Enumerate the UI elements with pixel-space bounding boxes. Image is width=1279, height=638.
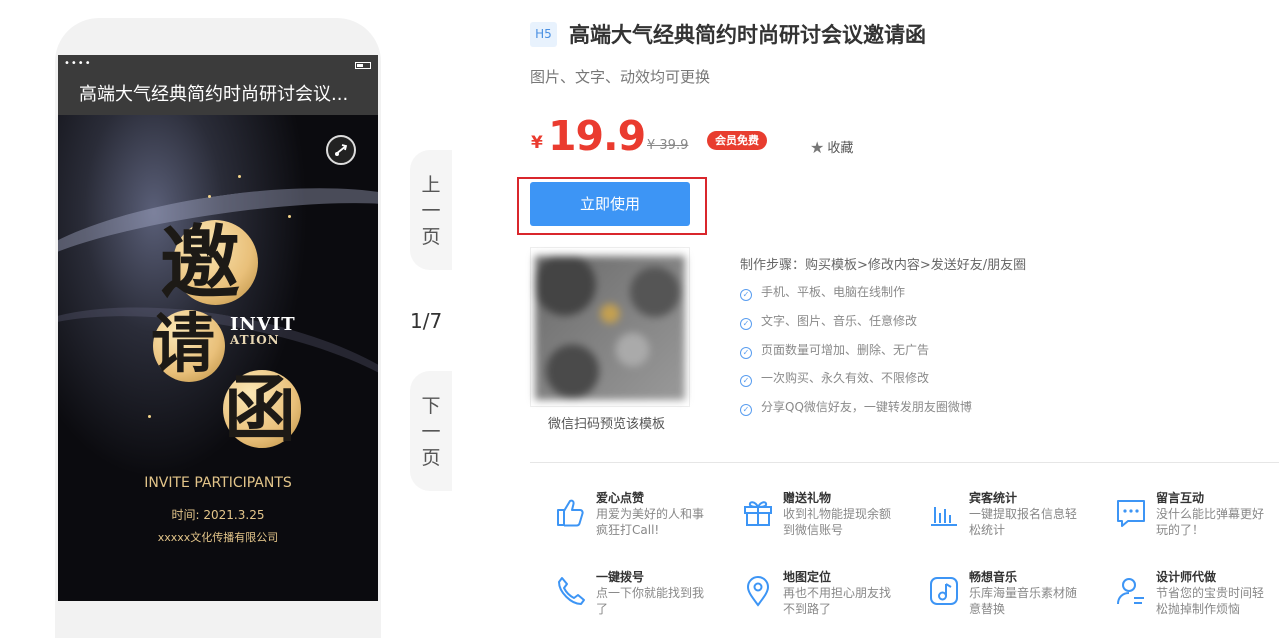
next-page-char: 页	[421, 447, 441, 469]
feature-desc: 节省您的宝贵时间轻松抛掉制作烦恼	[1156, 586, 1265, 616]
next-page-button[interactable]: 下 一 页	[410, 371, 452, 491]
feature-music: 畅想音乐 乐库海量音乐素材随意替换	[927, 568, 1102, 618]
feature-name: 宾客统计	[969, 491, 1018, 505]
star-icon: ★	[810, 138, 825, 157]
step-item: ✓ 分享QQ微信好友，一键转发朋友圈微博	[740, 398, 972, 416]
feature-name: 留言互动	[1156, 491, 1205, 505]
price: 19.9	[548, 112, 646, 160]
prev-page-char: 一	[421, 200, 441, 222]
check-icon: ✓	[740, 318, 752, 330]
feature-name: 畅想音乐	[969, 570, 1018, 584]
invitation-char: 函	[224, 366, 297, 451]
poster-time: 时间: 2021.3.25	[171, 508, 265, 522]
feature-dial: 一键拨号 点一下你就能找到我了	[554, 568, 729, 618]
next-page-char: 下	[421, 395, 441, 417]
music-toggle-icon[interactable]	[326, 135, 356, 165]
preview-title: 高端大气经典简约时尚研讨会议...	[58, 75, 378, 115]
step-text: 文字、图片、音乐、任意修改	[761, 314, 918, 328]
step-text: 一次购买、永久有效、不限修改	[761, 371, 930, 385]
invitation-char: 邀	[160, 216, 240, 310]
feature-desc: 再也不用担心朋友找不到路了	[783, 586, 892, 616]
favorite-label: 收藏	[827, 141, 854, 156]
feature-name: 一键拨号	[596, 570, 645, 584]
designer-icon	[1117, 578, 1144, 605]
feature-message: 留言互动 没什么能比弹幕更好玩的了！	[1114, 489, 1279, 539]
phone-icon	[558, 577, 585, 605]
music-note-icon	[930, 577, 958, 605]
poster-participants: INVITE PARTICIPANTS	[144, 475, 292, 491]
prev-page-char: 页	[421, 226, 441, 248]
feature-desc: 乐库海量音乐素材随意替换	[969, 586, 1078, 616]
feature-desc: 用爱为美好的人和事疯狂打Call!	[596, 507, 705, 537]
sparkle	[238, 175, 241, 178]
invitation-english-1: INVIT	[230, 314, 296, 335]
poster-company: xxxxx文化传播有限公司	[157, 531, 279, 544]
feature-guest-stats: 宾客统计 一键提取报名信息轻松统计	[927, 489, 1102, 539]
feature-desc: 点一下你就能找到我了	[596, 586, 705, 616]
phone-screen: •••• 高端大气经典简约时尚研讨会议... 邀 请 函 INVIT ATION…	[58, 55, 378, 601]
check-icon: ✓	[740, 404, 752, 416]
member-free-badge: 会员免费	[707, 131, 767, 150]
signal-icon: ••••	[64, 58, 92, 69]
qr-code	[530, 247, 690, 407]
sparkle	[208, 195, 211, 198]
feature-like: 爱心点赞 用爱为美好的人和事疯狂打Call!	[554, 489, 729, 539]
check-icon: ✓	[740, 375, 752, 387]
sparkle	[148, 415, 151, 418]
original-price: ¥ 39.9	[647, 138, 689, 153]
step-item: ✓ 一次购买、永久有效、不限修改	[740, 369, 929, 387]
prev-page-button[interactable]: 上 一 页	[410, 150, 452, 270]
product-title: 高端大气经典简约时尚研讨会议邀请函	[569, 23, 926, 47]
location-pin-icon	[746, 576, 770, 607]
prev-page-char: 上	[421, 174, 441, 196]
invitation-english-2: ATION	[230, 333, 280, 347]
qr-label: 微信扫码预览该模板	[548, 417, 666, 432]
feature-name: 设计师代做	[1156, 570, 1217, 584]
phone-preview: •••• 高端大气经典简约时尚研讨会议... 邀 请 函 INVIT ATION…	[55, 18, 381, 638]
feature-gift: 赠送礼物 收到礼物能提现余额到微信账号	[741, 489, 916, 539]
feature-desc: 一键提取报名信息轻松统计	[969, 507, 1078, 537]
message-icon	[1117, 500, 1145, 527]
feature-desc: 收到礼物能提现余额到微信账号	[783, 507, 892, 537]
invitation-poster: 邀 请 函 INVIT ATION INVITE PARTICIPANTS 时间…	[58, 115, 378, 601]
step-text: 分享QQ微信好友，一键转发朋友圈微博	[761, 400, 972, 414]
step-item: ✓ 文字、图片、音乐、任意修改	[740, 312, 917, 330]
use-now-button[interactable]: 立即使用	[530, 182, 690, 226]
h5-badge: H5	[530, 22, 557, 47]
bar-chart-icon	[931, 507, 957, 526]
qr-code-image	[535, 256, 685, 400]
gift-icon	[744, 501, 772, 526]
favorite-button[interactable]: ★ 收藏	[810, 137, 853, 157]
invitation-char: 请	[151, 307, 215, 382]
phone-status-bar: ••••	[58, 55, 378, 75]
step-text: 页面数量可增加、删除、无广告	[761, 343, 930, 357]
check-icon: ✓	[740, 347, 752, 359]
feature-desc: 没什么能比弹幕更好玩的了！	[1156, 507, 1265, 537]
thumbs-up-icon	[557, 499, 584, 527]
step-item: ✓ 页面数量可增加、删除、无广告	[740, 341, 929, 359]
currency-symbol: ¥	[531, 133, 543, 153]
divider	[530, 462, 1279, 463]
sparkle	[288, 215, 291, 218]
steps-title: 制作步骤：购买模板>修改内容>发送好友/朋友圈	[740, 258, 1027, 273]
battery-icon	[355, 62, 371, 69]
feature-name: 地图定位	[783, 570, 832, 584]
feature-name: 赠送礼物	[783, 491, 832, 505]
feature-map: 地图定位 再也不用担心朋友找不到路了	[741, 568, 916, 618]
page-counter: 1/7	[410, 309, 443, 333]
feature-name: 爱心点赞	[596, 491, 645, 505]
product-subtitle: 图片、文字、动效均可更换	[530, 68, 711, 86]
check-icon: ✓	[740, 289, 752, 301]
feature-designer: 设计师代做 节省您的宝贵时间轻松抛掉制作烦恼	[1114, 568, 1279, 618]
step-item: ✓ 手机、平板、电脑在线制作	[740, 283, 905, 301]
next-page-char: 一	[421, 421, 441, 443]
step-text: 手机、平板、电脑在线制作	[761, 285, 906, 299]
